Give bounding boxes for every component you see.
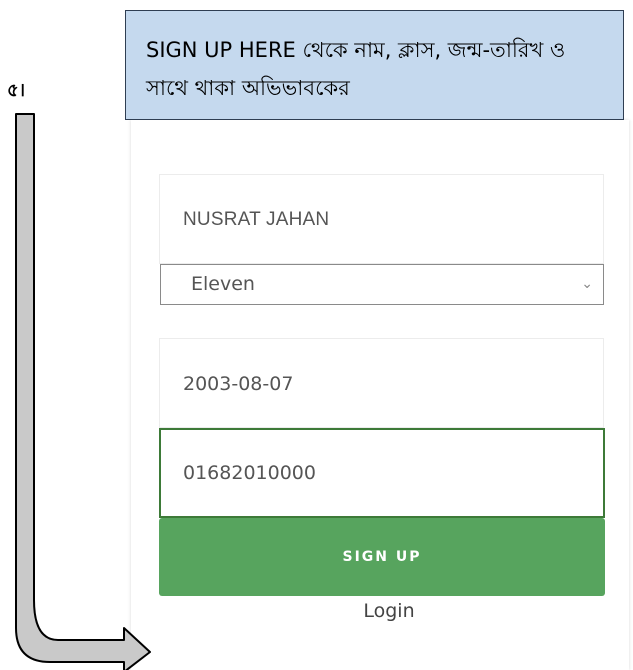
signup-button[interactable]: SIGN UP bbox=[159, 518, 605, 596]
class-select-value: Eleven bbox=[191, 273, 255, 295]
class-select[interactable]: Eleven ⌄ bbox=[160, 264, 604, 305]
date-of-birth-input[interactable]: 2003-08-07 bbox=[159, 338, 604, 428]
phone-input[interactable]: 01682010000 bbox=[159, 428, 605, 518]
chevron-down-icon: ⌄ bbox=[581, 276, 593, 292]
login-link[interactable]: Login bbox=[159, 600, 619, 622]
name-input[interactable]: NUSRAT JAHAN bbox=[159, 174, 604, 264]
